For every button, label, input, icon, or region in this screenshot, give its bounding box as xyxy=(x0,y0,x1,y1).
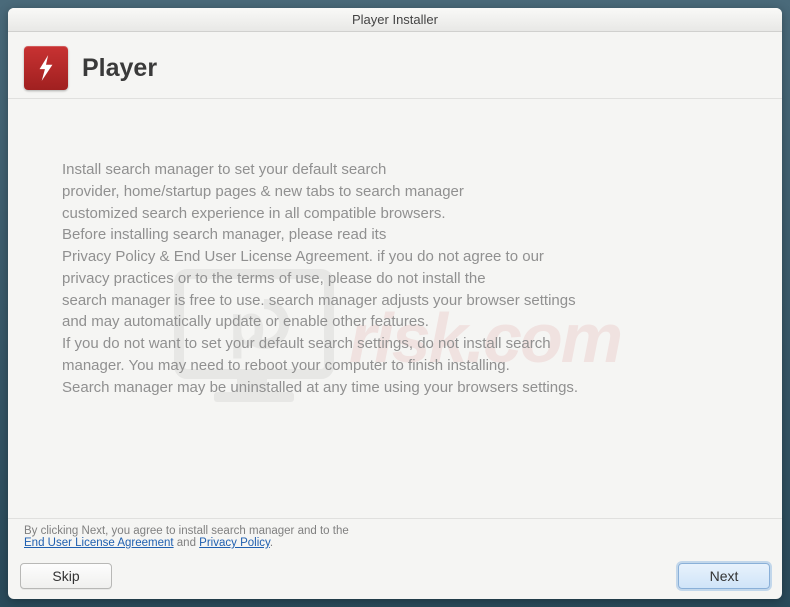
window-title: Player Installer xyxy=(352,12,438,27)
skip-button[interactable]: Skip xyxy=(20,563,112,589)
content-area: p risk.com Install search manager to set… xyxy=(8,99,782,518)
installer-window: Player Installer Player p risk.com Insta… xyxy=(8,8,782,599)
body-text: Install search manager to set your defau… xyxy=(62,159,728,398)
agree-joiner: and xyxy=(174,537,200,549)
header-title: Player xyxy=(82,54,157,83)
flash-icon xyxy=(24,46,68,90)
agree-prefix: By clicking Next, you agree to install s… xyxy=(24,525,349,537)
eula-link[interactable]: End User License Agreement xyxy=(24,537,174,549)
button-bar: Skip Next xyxy=(8,557,782,599)
agreement-footer: By clicking Next, you agree to install s… xyxy=(8,518,782,557)
titlebar: Player Installer xyxy=(8,8,782,32)
agree-suffix: . xyxy=(270,537,273,549)
header: Player xyxy=(8,32,782,99)
privacy-link[interactable]: Privacy Policy xyxy=(199,537,270,549)
next-button[interactable]: Next xyxy=(678,563,770,589)
